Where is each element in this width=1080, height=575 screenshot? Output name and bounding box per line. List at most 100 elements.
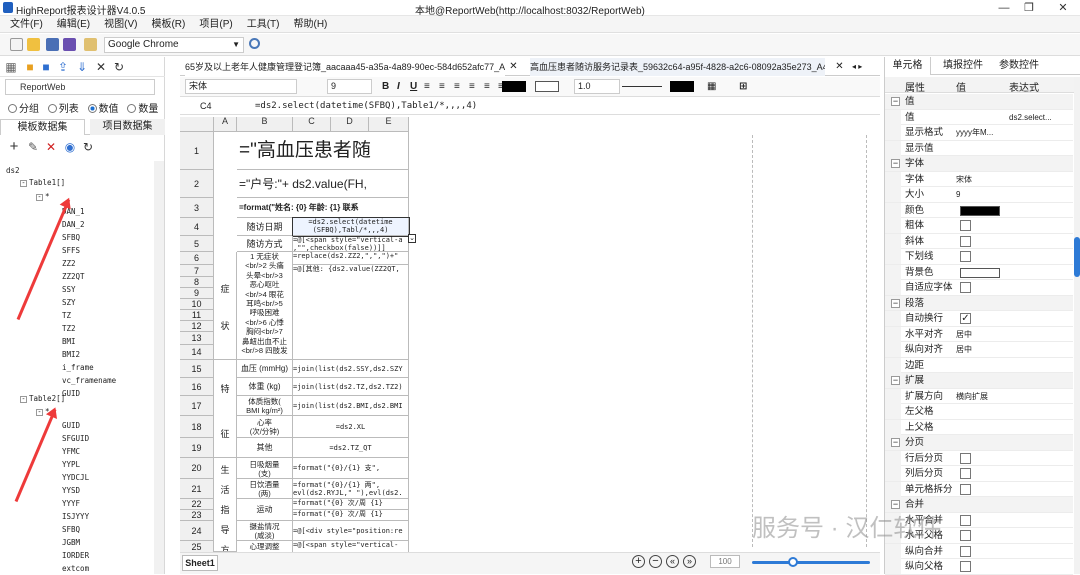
property-value[interactable]: 居中 [956,327,1006,342]
checkbox[interactable] [960,483,971,495]
menu-edit[interactable]: 编辑(E) [50,16,97,33]
property-value[interactable]: 9 [956,187,1006,202]
section-symptom[interactable]: 症状 [214,252,237,360]
grid-icon[interactable]: ▦ [5,61,17,73]
upload-icon[interactable]: ⇪ [57,61,69,73]
align-left-icon[interactable]: ≡ [424,80,430,93]
align-justify-icon[interactable]: ≡ [469,80,475,93]
tree-field[interactable]: YFMC [62,446,80,457]
symptom-list[interactable]: 1 无症状 <br/>2 头痛 头晕<br/>3 恶心呕吐 <br/>4 眼花 耳鸣<br… [237,252,293,360]
first-page-icon[interactable]: « [666,555,679,568]
collapse-icon[interactable]: − [891,97,900,106]
property-row[interactable]: 值 ds2.select... [885,109,1073,125]
row-header[interactable]: 19 [180,438,214,458]
section-lifestyle[interactable]: 生活指导方 [214,458,237,552]
property-row[interactable]: 左父格 [885,404,1073,420]
menu-project[interactable]: 项目(P) [192,16,239,33]
formula-input[interactable]: =ds2.select(datetime(SFBQ),Table1/*,,,,4… [255,101,477,111]
row-header[interactable]: 1 [180,132,214,170]
zoom-in-icon[interactable]: + [632,555,645,568]
menu-help[interactable]: 帮助(H) [286,16,334,33]
radio-count-mode[interactable]: 数量 [127,104,158,115]
tree-table1-star[interactable]: - * [36,191,50,202]
row-header[interactable]: 16 [180,378,214,396]
label-visit-method[interactable]: 随访方式 [237,236,293,252]
checkbox[interactable] [960,545,971,557]
collapse-icon[interactable]: − [891,376,900,385]
property-row[interactable]: 背景色 [885,264,1073,280]
color-swatch[interactable] [960,205,1000,216]
cell-c21[interactable]: =format("{0}/{1} 两", evl(ds2.RYJL," "),ev… [293,479,409,499]
property-row[interactable]: 水平对齐 居中 [885,326,1073,342]
color-swatch[interactable] [960,267,1000,278]
property-row[interactable]: 下划线 [885,249,1073,265]
label-salt[interactable]: 摄盐情况 (咸淡) [237,521,293,541]
menu-view[interactable]: 视图(V) [97,16,144,33]
property-row[interactable]: 显示值 [885,140,1073,156]
tree-field[interactable]: ZZ2 [62,258,76,269]
valign-top-icon[interactable]: ≡ [484,80,490,93]
property-row[interactable]: 自适应字体 [885,280,1073,296]
line-width-select[interactable]: 1.0 [574,79,620,94]
radio-value-mode[interactable]: 数值 [87,104,119,115]
tree-field[interactable]: vc_framename [62,375,116,386]
name-age-cell[interactable]: =format("姓名: {0} 年龄: {1} 联系 [237,198,409,218]
title-cell[interactable]: ="高血压患者随 [237,132,409,170]
label-heart-rate[interactable]: 心率 (次/分钟) [237,416,293,438]
tree-field[interactable]: i_frame [62,362,94,373]
cell-c18[interactable]: =ds2.XL [293,416,409,438]
property-row[interactable]: 纵向合并 [885,543,1073,559]
property-expression[interactable]: ds2.select... [1006,110,1072,125]
property-group[interactable]: − 字体 [885,156,1073,172]
tree-field[interactable]: ZZ2QT [62,271,85,282]
font-color-swatch[interactable] [502,81,526,92]
border-icon[interactable]: ▦ [707,80,716,93]
edit-icon[interactable]: ✎ [27,141,39,153]
preview-data-icon[interactable]: ◉ [64,141,76,153]
property-row[interactable]: 单元格拆分 [885,481,1073,497]
col-header-a[interactable]: A [214,117,237,132]
property-value[interactable]: yyyy年M... [956,125,1006,140]
save-icon[interactable] [46,38,59,51]
row-header[interactable]: 13 [180,332,214,345]
cell-c23[interactable]: =format("{0} 次/周 {1} [293,510,409,521]
row-header[interactable]: 20 [180,458,214,479]
zoom-slider-thumb[interactable] [788,557,799,567]
property-row[interactable]: 列后分页 [885,466,1073,482]
property-group[interactable]: − 扩展 [885,373,1073,389]
row-header[interactable]: 25 [180,541,214,552]
row-header[interactable]: 7 [180,265,214,277]
checkbox[interactable] [960,235,971,247]
tab-project-dataset[interactable]: 项目数据集 [90,119,165,135]
underline-icon[interactable]: U [410,80,417,93]
property-group[interactable]: − 段落 [885,295,1073,311]
dropdown-arrow-icon[interactable]: ⌄ [408,234,416,243]
cell-c16[interactable]: =join(list(ds2.TZ,ds2.TZ2) [293,378,409,396]
tree-table2[interactable]: - Table2[] [20,393,65,404]
open-folder-icon[interactable] [27,38,40,51]
tree-field[interactable]: SZY [62,297,76,308]
doc-tab-1[interactable]: 65岁及以上老年人健康管理登记簿_aacaaa45-a35a-4a89-90ec… [185,58,505,76]
col-header-e[interactable]: E [369,117,409,132]
preview-icon[interactable] [84,38,97,51]
property-row[interactable]: 字体 宋体 [885,171,1073,187]
row-header[interactable]: 11 [180,310,214,321]
checkbox[interactable] [960,220,971,231]
close-icon[interactable]: ✕ [508,58,519,76]
cell-c5[interactable]: =@[<span style="vertical-a ,"",checkbox(f… [293,236,409,252]
row-header[interactable]: 3 [180,198,214,218]
close-icon[interactable]: ✕ [95,61,107,73]
align-right-icon[interactable]: ≡ [454,80,460,93]
tree-field[interactable]: SSY [62,284,76,295]
cell-c19[interactable]: =ds2.TZ_QT [293,438,409,458]
tree-field[interactable]: YYPL [62,459,80,470]
tree-field[interactable]: SFFS [62,245,80,256]
row-header[interactable]: 18 [180,416,214,438]
save-all-icon[interactable] [63,38,76,51]
row-header[interactable]: 12 [180,321,214,332]
property-row[interactable]: 颜色 [885,202,1073,218]
property-row[interactable]: 斜体 [885,233,1073,249]
close-window-button[interactable]: ✕ [1048,0,1078,16]
corner-cell[interactable] [180,117,214,132]
property-row[interactable]: 纵向对齐 居中 [885,342,1073,358]
